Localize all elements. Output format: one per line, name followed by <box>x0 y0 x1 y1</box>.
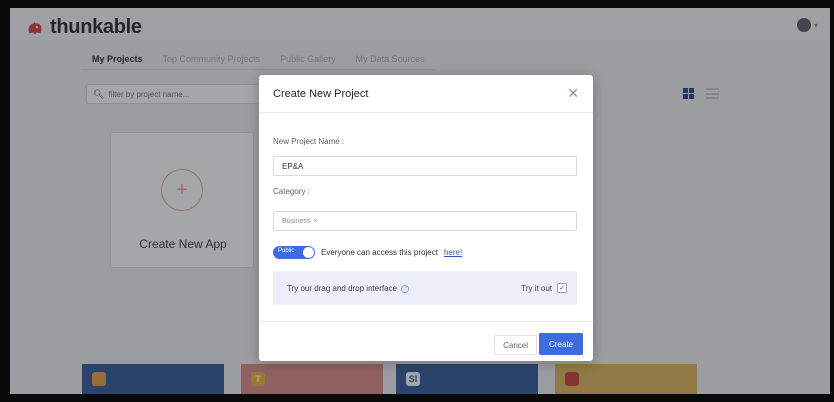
frame-border-bottom <box>0 394 834 402</box>
drag-drop-text-row: Try our drag and drop interface ? <box>287 284 409 293</box>
category-tag-label: Business <box>282 217 311 225</box>
dialog-footer: Cancel Create <box>259 321 593 361</box>
public-link[interactable]: here! <box>444 248 462 257</box>
frame-border-left <box>0 0 10 402</box>
frame-border-right <box>830 0 834 402</box>
public-toggle[interactable]: Public <box>273 246 315 259</box>
close-icon[interactable]: ✕ <box>567 85 579 102</box>
drag-drop-text: Try our drag and drop interface <box>287 284 397 293</box>
frame-border-top <box>0 0 834 8</box>
public-description: Everyone can access this project <box>321 248 438 257</box>
category-tag: Business × <box>282 218 318 225</box>
tag-remove-icon[interactable]: × <box>313 218 317 225</box>
create-button[interactable]: Create <box>538 333 583 355</box>
toggle-knob <box>303 247 314 258</box>
project-name-label: New Project Name : <box>273 137 345 146</box>
drag-drop-promo: Try our drag and drop interface ? Try it… <box>273 271 577 305</box>
dialog-title: Create New Project <box>273 88 369 100</box>
create-project-dialog: Create New Project ✕ New Project Name : … <box>259 75 593 361</box>
dialog-header: Create New Project ✕ <box>259 75 593 113</box>
screenshot-frame: thunkable ▾ My Projects Top Community Pr… <box>0 0 834 402</box>
toggle-label: Public <box>278 248 295 254</box>
app-screen: thunkable ▾ My Projects Top Community Pr… <box>10 8 830 394</box>
checkbox-checked-icon[interactable]: ✓ <box>557 283 567 293</box>
project-name-field[interactable]: EP&A <box>273 156 577 176</box>
try-it-label: Try it out <box>521 283 552 293</box>
public-row: Public Everyone can access this project … <box>273 246 462 259</box>
try-it-out[interactable]: Try it out ✓ <box>521 283 567 293</box>
info-icon[interactable]: ? <box>400 284 409 293</box>
category-field[interactable]: Business × <box>273 211 577 231</box>
cancel-button[interactable]: Cancel <box>494 335 537 355</box>
category-label: Category : <box>273 187 310 196</box>
